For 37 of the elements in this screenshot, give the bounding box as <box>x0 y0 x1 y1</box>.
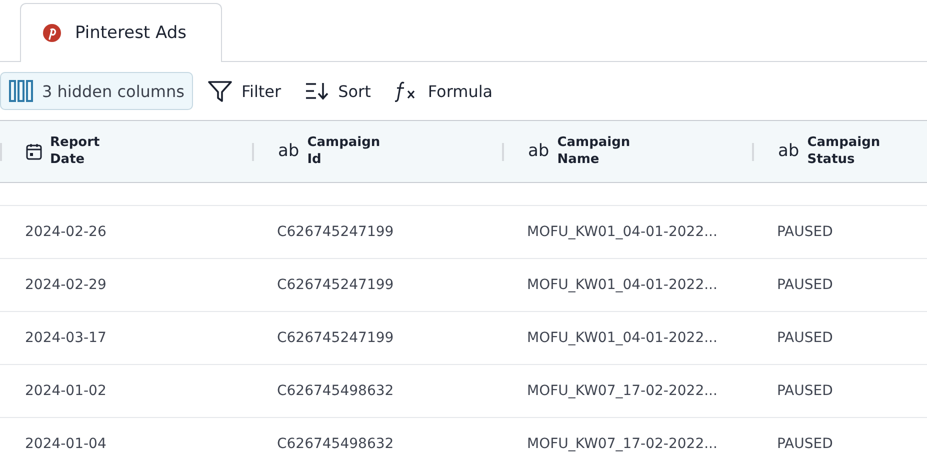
table-cell: MOFU_KW07_17-02-2022... <box>527 436 718 452</box>
column-header[interactable]: Report Date <box>50 134 100 168</box>
table-cell: MOFU_KW01_04-01-2022... <box>527 224 718 240</box>
table-cell: PAUSED <box>777 383 833 399</box>
columns-button[interactable]: 3 hidden columns <box>0 72 194 110</box>
table-cell: C626745247199 <box>277 224 394 240</box>
table-cell: MOFU_KW01_04-01-2022... <box>527 330 718 346</box>
pin-logo-icon <box>43 24 61 42</box>
column-header[interactable]: Campaign Name <box>557 134 630 168</box>
table-cell: PAUSED <box>777 224 833 240</box>
sheet-tab[interactable]: Pinterest Ads <box>20 3 222 62</box>
table-cell: C626745498632 <box>277 436 394 452</box>
table-cell: MOFU_KW07_17-02-2022... <box>527 383 718 399</box>
table-cell: C626745247199 <box>277 330 394 346</box>
text-type-icon: ab <box>778 140 800 163</box>
column-header[interactable]: Campaign Status <box>807 134 880 168</box>
sort-icon <box>305 81 330 101</box>
table-cell: 2024-02-26 <box>25 224 106 240</box>
text-type-icon: ab <box>278 140 300 163</box>
calendar-icon <box>26 143 42 160</box>
formula-button[interactable]: Formula <box>386 72 502 110</box>
table-cell: 2024-01-04 <box>25 436 106 452</box>
table-cell: 2024-02-29 <box>25 277 106 293</box>
table-cell: PAUSED <box>777 277 833 293</box>
table-cell: PAUSED <box>777 330 833 346</box>
columns-icon <box>9 80 33 102</box>
table-cell: MOFU_KW01_04-01-2022... <box>527 277 718 293</box>
filter-button[interactable]: Filter <box>199 72 290 110</box>
text-type-icon: ab <box>528 140 550 163</box>
sort-button[interactable]: Sort <box>296 72 380 110</box>
column-header[interactable]: Campaign Id <box>307 134 380 168</box>
table-cell: 2024-03-17 <box>25 330 106 346</box>
table-cell: C626745498632 <box>277 383 394 399</box>
filter-icon <box>208 80 232 102</box>
table-cell: PAUSED <box>777 436 833 452</box>
table-cell: 2024-01-02 <box>25 383 106 399</box>
table-cell: C626745247199 <box>277 277 394 293</box>
